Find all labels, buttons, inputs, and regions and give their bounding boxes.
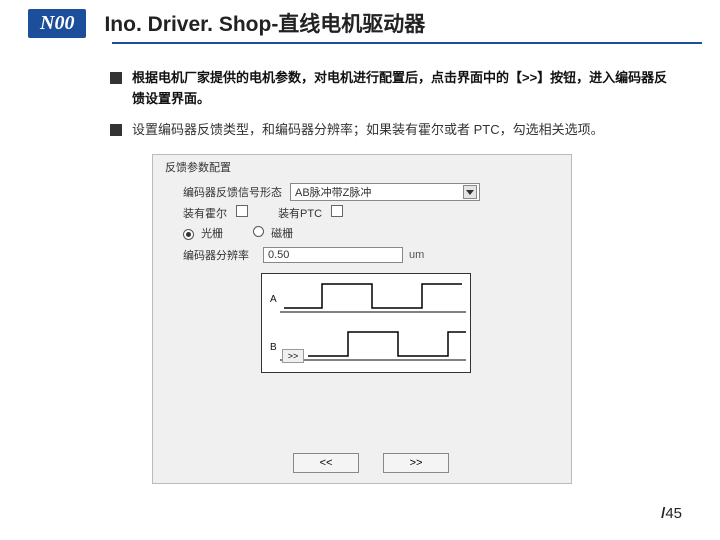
feedback-type-combobox[interactable]: AB脉冲带Z脉冲 (290, 183, 480, 201)
diagram-next-button[interactable]: >> (282, 349, 304, 363)
next-button[interactable]: >> (383, 453, 449, 473)
caret-down-icon (466, 190, 474, 195)
page-footer: /45 (661, 505, 682, 522)
prev-button[interactable]: << (293, 453, 359, 473)
hall-label: 装有霍尔 (183, 208, 227, 220)
magnetic-radio[interactable] (253, 226, 264, 237)
resolution-label: 编码器分辨率 (183, 247, 249, 263)
ptc-label: 装有PTC (278, 208, 322, 220)
group-label: 反馈参数配置 (165, 159, 231, 175)
feedback-type-value: AB脉冲带Z脉冲 (295, 184, 371, 200)
hall-checkbox[interactable] (236, 205, 248, 217)
optical-radio-label: 光栅 (201, 228, 223, 240)
badge-n00: N00 (28, 9, 86, 38)
magnetic-radio-label: 磁栅 (271, 228, 293, 240)
dropdown-button[interactable] (463, 185, 477, 199)
ptc-checkbox[interactable] (331, 205, 343, 217)
page-number: 45 (665, 505, 682, 522)
feedback-type-label: 编码器反馈信号形态 (183, 184, 282, 200)
feedback-config-dialog: 反馈参数配置 编码器反馈信号形态 AB脉冲带Z脉冲 装有霍尔 装有PTC 光栅 … (152, 154, 572, 484)
encoder-signal-diagram: A B >> (261, 273, 471, 373)
bullet-text-1: 根据电机厂家提供的电机参数，对电机进行配置后，点击界面中的【>>】按钮，进入编码… (132, 68, 670, 110)
resolution-unit: um (409, 249, 424, 261)
optical-radio[interactable] (183, 229, 194, 240)
bullet-square-icon (110, 72, 122, 84)
title-underline (112, 42, 702, 44)
page-title: Ino. Driver. Shop-直线电机驱动器 (104, 8, 425, 38)
bullet-square-icon (110, 124, 122, 136)
resolution-input[interactable]: 0.50 (263, 247, 403, 263)
bullet-text-2: 设置编码器反馈类型，和编码器分辨率；如果装有霍尔或者 PTC，勾选相关选项。 (132, 120, 604, 141)
